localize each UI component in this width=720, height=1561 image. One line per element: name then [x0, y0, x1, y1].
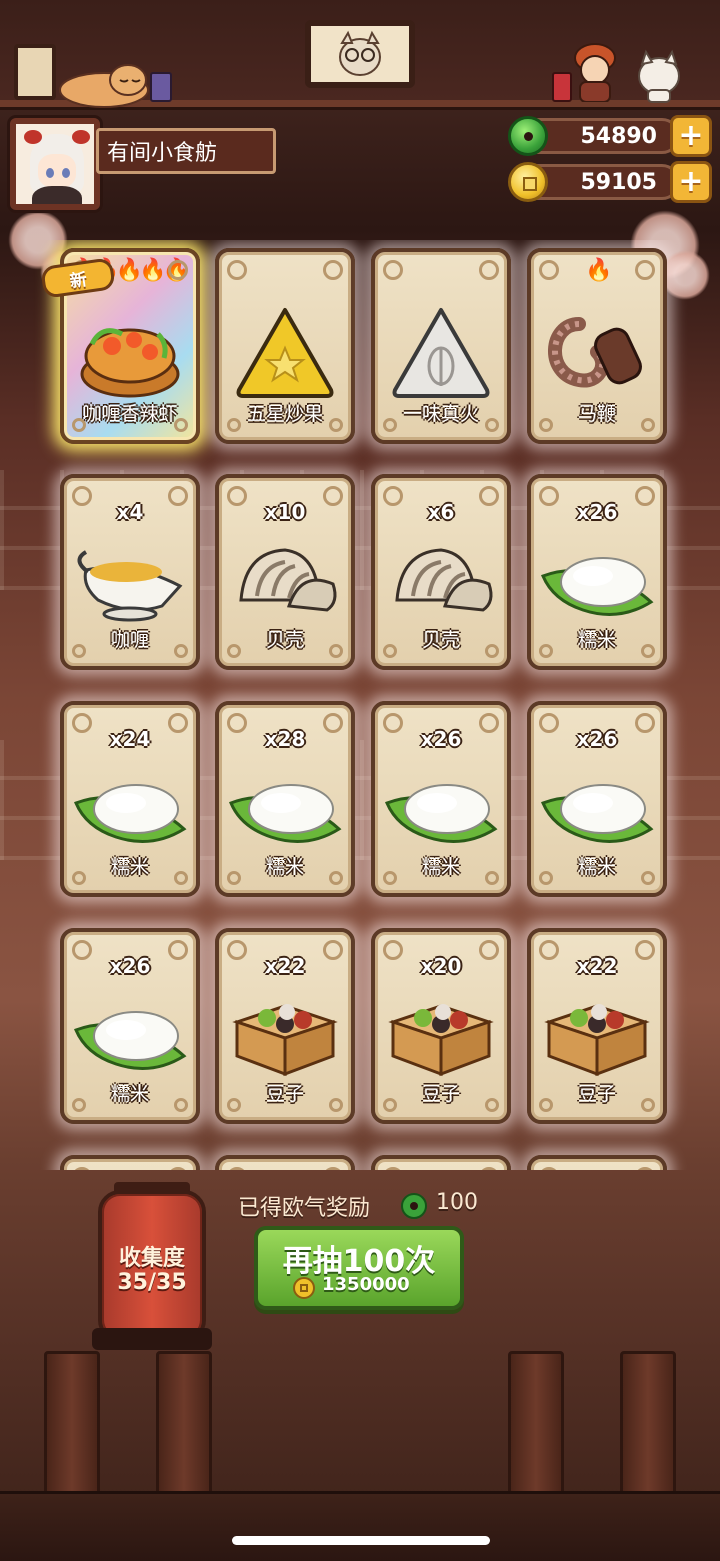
item-card[interactable]: x26 糯米	[527, 474, 667, 670]
wooden-post	[156, 1351, 212, 1501]
item-name: 糯米	[110, 1083, 149, 1105]
item-card[interactable]: x22 豆子	[527, 928, 667, 1124]
item-card[interactable]: x4 咖喱	[60, 474, 200, 670]
item-card[interactable]	[371, 1155, 511, 1170]
item-name: 咖喱香辣虾	[82, 403, 178, 425]
game-scene: 有间小食舫 54890 + 59105 + 咖喱香辣虾 🔥🔥🔥🔥🔥 新 五星炒果 一…	[0, 0, 720, 1561]
item-count: x4	[116, 500, 144, 524]
jade-icon	[508, 116, 548, 156]
coin-icon	[508, 162, 548, 202]
item-count: x24	[109, 727, 151, 751]
item-card[interactable]: 五星炒果	[215, 248, 355, 444]
clam-icon	[227, 530, 343, 626]
item-card[interactable]: x24 糯米	[60, 701, 200, 897]
item-card[interactable]: x26 糯米	[371, 701, 511, 897]
item-card[interactable]: x28 糯米	[215, 701, 355, 897]
player-avatar[interactable]	[10, 118, 100, 210]
bean-box-icon	[227, 984, 343, 1080]
item-card[interactable]: 咖喱香辣虾 🔥🔥🔥🔥🔥 新	[40, 248, 200, 444]
glasses-cat-icon	[339, 30, 381, 76]
item-name: 糯米	[265, 856, 304, 878]
cup-icon	[150, 72, 172, 102]
item-name: 豆子	[265, 1083, 304, 1105]
item-card[interactable]: x20 豆子	[371, 928, 511, 1124]
item-card[interactable]: x22 豆子	[215, 928, 355, 1124]
white-triangle-leaf-icon	[383, 304, 499, 400]
item-name: 豆子	[577, 1083, 616, 1105]
clam-icon	[383, 530, 499, 626]
collection-progress: 35/35	[117, 1270, 187, 1295]
item-name: 马鞭	[577, 403, 616, 425]
item-name: 糯米	[577, 629, 616, 651]
floor	[0, 1491, 720, 1561]
bean-box-icon	[539, 984, 655, 1080]
draw-results-grid[interactable]: 咖喱香辣虾 🔥🔥🔥🔥🔥 新 五星炒果 一味真火 马鞭 🔥 x4 咖喱 x10 贝壳 x6 贝…	[0, 240, 720, 1170]
add-coin-button[interactable]: +	[670, 161, 712, 203]
wooden-post	[44, 1351, 100, 1501]
chef-character-icon	[574, 43, 616, 102]
item-card[interactable]: 一味真火	[371, 248, 511, 444]
item-name: 贝壳	[421, 629, 460, 651]
jade-amount: 54890	[580, 123, 657, 149]
item-name: 糯米	[110, 856, 149, 878]
add-jade-button[interactable]: +	[670, 115, 712, 157]
restaurant-name: 有间小食舫	[96, 128, 276, 174]
item-name: 糯米	[577, 856, 616, 878]
item-name: 豆子	[421, 1083, 460, 1105]
wooden-post	[620, 1351, 676, 1501]
hanging-scroll	[305, 20, 415, 88]
item-name: 糯米	[421, 856, 460, 878]
fire-rating-icon: 🔥	[585, 258, 612, 283]
yellow-triangle-star-icon	[227, 304, 343, 400]
rice-leaf-icon	[539, 530, 655, 626]
collection-title: 收集度	[118, 1246, 185, 1271]
item-name: 贝壳	[265, 629, 304, 651]
item-count: x26	[576, 727, 618, 751]
sleeping-cat-icon	[59, 64, 149, 108]
whip-icon	[539, 304, 655, 400]
curry-shrimp-pot-icon	[72, 304, 188, 400]
item-card[interactable]	[60, 1155, 200, 1170]
item-name: 咖喱	[110, 629, 149, 651]
item-count: x10	[264, 500, 306, 524]
item-card[interactable]: x26 糯米	[527, 701, 667, 897]
home-indicator[interactable]	[232, 1536, 490, 1545]
rice-leaf-icon	[72, 984, 188, 1080]
item-card[interactable]: x10 贝壳	[215, 474, 355, 670]
item-count: x22	[576, 954, 618, 978]
cup-icon	[552, 72, 572, 102]
item-count: x6	[427, 500, 455, 524]
rice-leaf-icon	[539, 757, 655, 853]
wooden-post	[508, 1351, 564, 1501]
draw-cost: 1350000	[322, 1274, 410, 1295]
curry-gravy-boat-icon	[72, 530, 188, 626]
rice-leaf-icon	[72, 757, 188, 853]
paw-sign-icon	[14, 44, 56, 100]
item-card[interactable]	[527, 1155, 667, 1170]
item-count: x26	[576, 500, 618, 524]
new-badge: 新	[40, 257, 116, 299]
item-card[interactable]: x6 贝壳	[371, 474, 511, 670]
rice-leaf-icon	[383, 757, 499, 853]
item-name: 一味真火	[402, 403, 479, 425]
item-count: x26	[109, 954, 151, 978]
luck-reward-label: 已得欧气奖励	[238, 1196, 371, 1221]
coin-icon	[293, 1277, 315, 1299]
item-card[interactable]: x26 糯米	[60, 928, 200, 1124]
item-card[interactable]	[215, 1155, 355, 1170]
coin-amount: 59105	[580, 169, 657, 195]
item-count: x22	[264, 954, 306, 978]
item-count: x26	[420, 727, 462, 751]
white-cat-icon	[638, 49, 680, 103]
jade-icon	[401, 1193, 427, 1219]
lantern-stand	[92, 1328, 212, 1350]
item-card[interactable]: 马鞭 🔥	[527, 248, 667, 444]
item-count: x28	[264, 727, 306, 751]
rice-leaf-icon	[227, 757, 343, 853]
bean-box-icon	[383, 984, 499, 1080]
item-count: x20	[420, 954, 462, 978]
luck-reward-amount: 100	[436, 1190, 478, 1215]
item-name: 五星炒果	[246, 403, 323, 425]
